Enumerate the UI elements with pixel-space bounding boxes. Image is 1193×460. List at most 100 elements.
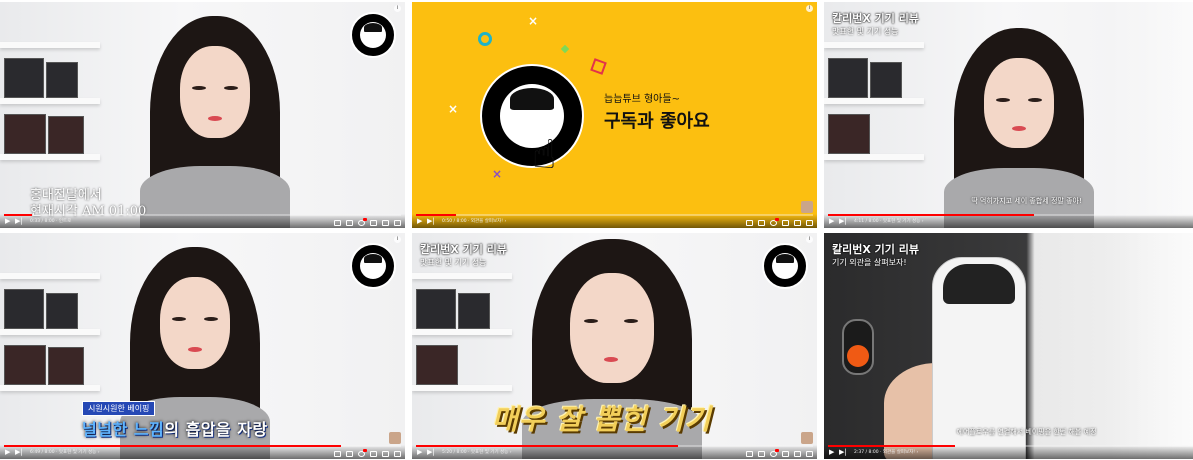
miniplayer-icon[interactable] <box>370 451 377 457</box>
product-box <box>4 58 44 98</box>
video-title-overlay: 칼리번X 기기 리뷰 <box>420 243 507 256</box>
info-icon[interactable]: i <box>394 236 401 243</box>
subtitles-icon[interactable] <box>758 220 765 226</box>
channel-logo <box>762 243 808 289</box>
product-box <box>416 345 458 385</box>
next-icon[interactable]: ▶| <box>839 448 847 457</box>
info-icon[interactable]: i <box>394 5 401 12</box>
product-box <box>46 293 78 329</box>
fade-overlay <box>1109 233 1193 459</box>
video-thumbnail-5[interactable]: i 칼리번X 기기 리뷰 맛표현 및 기기 성능 매우 잘 뽑힌 기기 ▶ ▶|… <box>412 233 817 459</box>
autoplay-icon[interactable] <box>334 451 341 457</box>
theater-icon[interactable] <box>794 220 801 226</box>
progress-bar[interactable] <box>828 214 1193 216</box>
shelf <box>412 385 512 391</box>
shelf <box>824 98 924 104</box>
hand-cursor-icon: ☝ <box>532 132 557 178</box>
subtitles-icon[interactable] <box>758 451 765 457</box>
progress-bar[interactable] <box>4 214 401 216</box>
caption-rest: 의 흡압을 자랑 <box>164 420 268 439</box>
settings-icon[interactable] <box>358 449 367 457</box>
video-thumbnail-6[interactable]: 칼리번X 기기 리뷰 기기 외관을 살펴보자! 에어플로우를 연결해서 베이핑을… <box>824 233 1193 459</box>
player-right-controls <box>746 218 813 226</box>
progress-bar[interactable] <box>4 445 401 447</box>
cross-decoration: × <box>492 167 503 181</box>
product-box <box>4 345 46 385</box>
progress-fill <box>416 445 679 447</box>
next-icon[interactable]: ▶| <box>427 217 435 226</box>
play-icon[interactable]: ▶ <box>5 448 10 457</box>
next-icon[interactable]: ▶| <box>427 448 435 457</box>
settings-icon[interactable] <box>770 218 779 226</box>
channel-logo <box>350 12 396 58</box>
theater-icon[interactable] <box>382 220 389 226</box>
fullscreen-icon[interactable] <box>394 220 401 226</box>
fullscreen-icon[interactable] <box>394 451 401 457</box>
video-thumbnail-2[interactable]: × × × ☝ 늡늡튜브 형아들~ 구독과 좋아요 i ▶ ▶| 0:50 / … <box>412 2 817 228</box>
time-display: 6:49 / 8:00 · 맛표현 및 기기 성능 › <box>30 450 100 455</box>
shelf <box>0 154 100 160</box>
settings-icon[interactable] <box>770 449 779 457</box>
time-display: 2:37 / 8:00 · 외관을 살펴보자! › <box>854 450 919 455</box>
video-thumbnail-3[interactable]: 칼리번X 기기 리뷰 맛표현 및 기기 성능 딱 먹히가지고 세이 좋합세 정말… <box>824 2 1193 228</box>
video-subtitle-overlay: 맛표현 및 기기 성능 <box>832 27 899 36</box>
next-icon[interactable]: ▶| <box>15 448 23 457</box>
video-thumbnail-4[interactable]: i 시원시원한 베이핑 널널한 느낌의 흡압을 자랑 ▶ ▶| 6:49 / 8… <box>0 233 405 459</box>
circle-decoration <box>478 32 492 46</box>
fullscreen-icon[interactable] <box>806 220 813 226</box>
shelf <box>0 329 100 335</box>
player-right-controls <box>746 449 813 457</box>
video-title-overlay: 칼리번X 기기 리뷰 <box>832 243 919 256</box>
product-box <box>416 289 456 329</box>
play-icon[interactable]: ▶ <box>829 448 834 457</box>
next-icon[interactable]: ▶| <box>15 217 23 226</box>
autoplay-icon[interactable] <box>746 220 753 226</box>
progress-bar[interactable] <box>828 445 1193 447</box>
subtitles-icon[interactable] <box>346 451 353 457</box>
progress-bar[interactable] <box>416 445 813 447</box>
progress-fill <box>4 214 32 216</box>
time-display: 5:20 / 8:00 · 맛표현 및 기기 성능 › <box>442 450 512 455</box>
theater-icon[interactable] <box>382 451 389 457</box>
theater-icon[interactable] <box>794 451 801 457</box>
product-box <box>48 347 84 385</box>
info-icon[interactable]: i <box>806 5 813 12</box>
presenter <box>140 16 290 228</box>
shelf <box>412 273 512 279</box>
fullscreen-icon[interactable] <box>806 451 813 457</box>
play-icon[interactable]: ▶ <box>5 217 10 226</box>
next-icon[interactable]: ▶| <box>839 217 847 226</box>
miniplayer-icon[interactable] <box>782 220 789 226</box>
play-icon[interactable]: ▶ <box>417 448 422 457</box>
play-icon[interactable]: ▶ <box>829 217 834 226</box>
autoplay-icon[interactable] <box>746 451 753 457</box>
avatar <box>389 432 401 444</box>
miniplayer-icon[interactable] <box>782 451 789 457</box>
avatar <box>801 432 813 444</box>
subscribe-title: 구독과 좋아요 <box>604 111 710 132</box>
plus-decoration: × <box>448 102 459 116</box>
play-icon[interactable]: ▶ <box>417 217 422 226</box>
shelf <box>0 98 100 104</box>
progress-fill <box>416 214 456 216</box>
info-icon[interactable]: i <box>806 236 813 243</box>
time-display: 4:11 / 8:00 · 맛표현 및 기기 성능 › <box>854 219 924 224</box>
product-box <box>828 114 870 154</box>
caption-highlight-1: 널널한 <box>82 420 128 439</box>
progress-bar[interactable] <box>416 214 813 216</box>
product-box <box>870 62 902 98</box>
product-box <box>4 289 44 329</box>
video-thumbnail-1[interactable]: i 홍대전달에서 현재시각 AM 01:00 ▶ ▶| 0:33 / 8:00 … <box>0 2 405 228</box>
shelf <box>0 42 100 48</box>
player-right-controls <box>334 449 401 457</box>
subscribe-subtitle: 늡늡튜브 형아들~ <box>604 94 680 105</box>
miniplayer-icon[interactable] <box>370 220 377 226</box>
settings-icon[interactable] <box>358 218 367 226</box>
subtitles-icon[interactable] <box>346 220 353 226</box>
shelf <box>824 42 924 48</box>
video-title-overlay: 칼리번X 기기 리뷰 <box>832 12 919 25</box>
autoplay-icon[interactable] <box>334 220 341 226</box>
time-display: 0:50 / 8:00 · 외관을 살펴보자! › <box>442 219 507 224</box>
progress-fill <box>828 214 1035 216</box>
time-display: 0:33 / 8:00 · 인트로 <box>30 219 72 224</box>
